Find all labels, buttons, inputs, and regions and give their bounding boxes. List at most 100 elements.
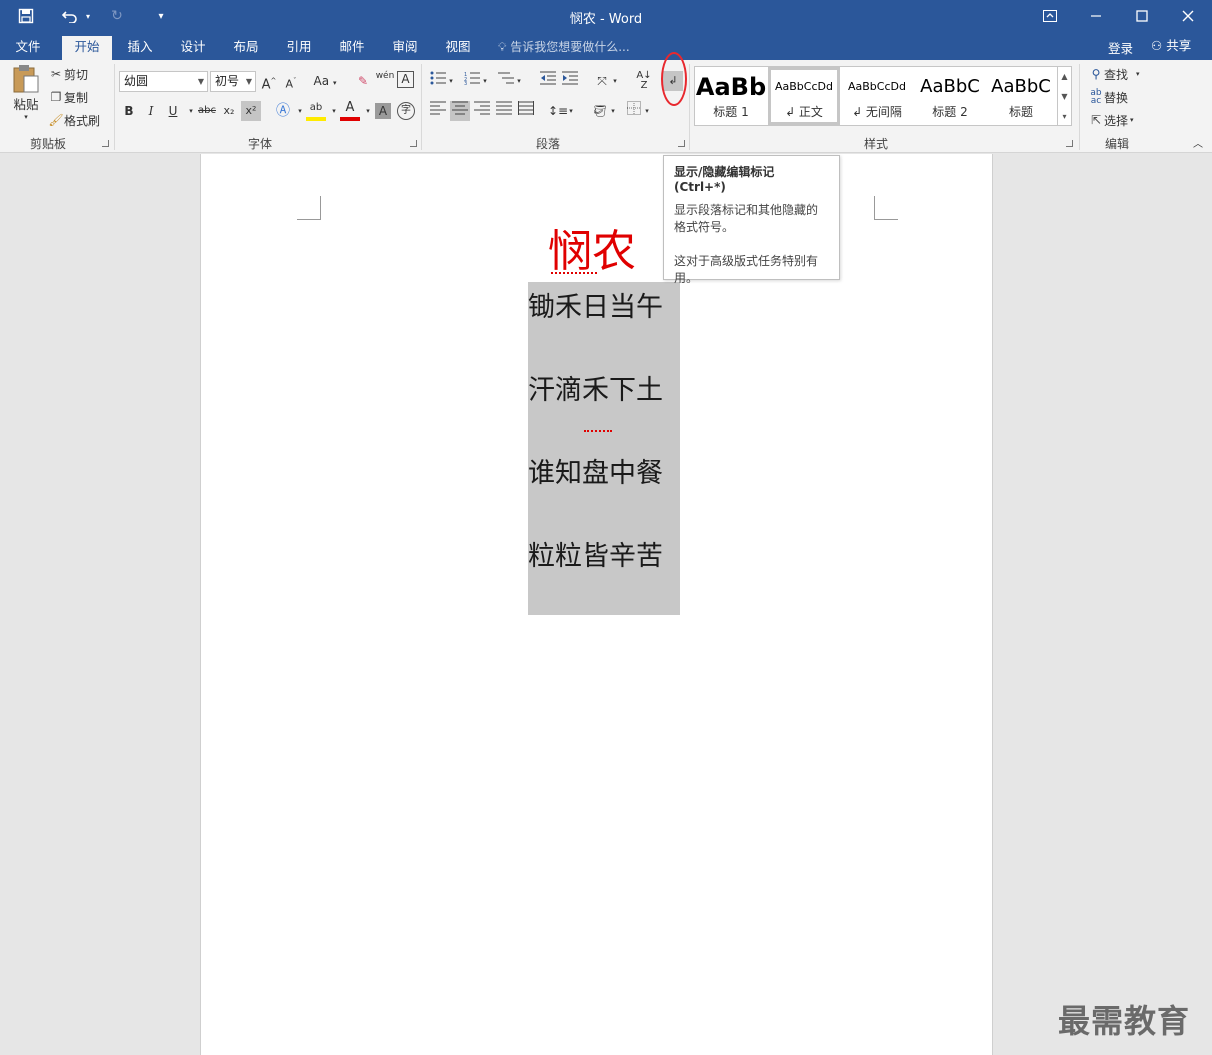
bullets-dropdown-icon[interactable]: ▾ bbox=[446, 71, 456, 91]
multilevel-list-button[interactable] bbox=[496, 71, 516, 91]
tab-review[interactable]: 审阅 bbox=[381, 36, 429, 60]
divider bbox=[689, 64, 690, 150]
character-shading-button[interactable]: A bbox=[375, 103, 391, 119]
superscript-icon: x² bbox=[245, 104, 257, 117]
multilevel-dropdown-icon[interactable]: ▾ bbox=[514, 71, 524, 91]
grow-font-icon: A bbox=[261, 77, 271, 93]
style-normal[interactable]: AaBbCcDd ↲ 正文 bbox=[768, 67, 840, 125]
paragraph-launcher-icon[interactable] bbox=[678, 140, 685, 147]
subscript-button[interactable]: x₂ bbox=[219, 101, 239, 121]
align-left-button[interactable] bbox=[428, 101, 448, 121]
style-title[interactable]: AaBbC 标题 bbox=[985, 67, 1057, 125]
bullets-icon bbox=[430, 71, 446, 85]
clipboard-launcher-icon[interactable] bbox=[102, 140, 109, 147]
italic-button[interactable]: I bbox=[141, 101, 161, 121]
document-page[interactable]: 悯农 锄禾日当午 汗滴禾下土 谁知盘中餐 粒粒皆辛苦 bbox=[200, 154, 993, 1055]
share-label: 共享 bbox=[1166, 38, 1192, 53]
chinese-layout-button[interactable]: ⤧ bbox=[592, 71, 612, 91]
pinyin-guide-button[interactable]: wén bbox=[375, 71, 395, 91]
share-button[interactable]: ⚇ 共享 bbox=[1147, 36, 1207, 58]
style-no-spacing[interactable]: AaBbCcDd ↲ 无间隔 bbox=[841, 67, 913, 125]
pinyin-icon: wén bbox=[375, 71, 395, 81]
styles-launcher-icon[interactable] bbox=[1066, 140, 1073, 147]
chinese-layout-dropdown-icon[interactable]: ▾ bbox=[610, 71, 620, 91]
line-spacing-button[interactable]: ↕≡ bbox=[548, 101, 568, 121]
enclose-characters-button[interactable]: 字 bbox=[397, 102, 415, 120]
numbering-button[interactable]: 123 bbox=[462, 71, 482, 91]
align-right-button[interactable] bbox=[472, 101, 492, 121]
find-button[interactable]: ⚲ 查找 ▾ bbox=[1088, 65, 1140, 83]
superscript-button[interactable]: x² bbox=[241, 101, 261, 121]
strikethrough-icon: abc bbox=[198, 105, 216, 116]
decrease-indent-button[interactable] bbox=[538, 71, 558, 91]
change-case-button[interactable]: Aa ▾ bbox=[310, 71, 340, 91]
style-heading-2[interactable]: AaBbC 标题 2 bbox=[914, 67, 986, 125]
sort-button[interactable]: A↓ Z bbox=[634, 71, 654, 91]
close-icon[interactable] bbox=[1172, 0, 1204, 32]
annotation-circle bbox=[661, 52, 687, 106]
tab-home[interactable]: 开始 bbox=[62, 36, 112, 60]
expand-gallery-icon[interactable]: ▾ bbox=[1058, 107, 1071, 127]
copy-button[interactable]: ❐ 复制 bbox=[48, 88, 88, 106]
style-name: 标题 1 bbox=[713, 105, 749, 119]
selected-text-block[interactable]: 锄禾日当午 汗滴禾下土 谁知盘中餐 粒粒皆辛苦 bbox=[528, 282, 680, 615]
highlight-button[interactable]: ab bbox=[306, 101, 326, 121]
chevron-down-icon: ▼ bbox=[245, 77, 252, 86]
shading-dropdown-icon[interactable]: ▾ bbox=[608, 101, 618, 121]
tab-mailings[interactable]: 邮件 bbox=[328, 36, 376, 60]
collapse-ribbon-icon[interactable]: ︿ bbox=[1188, 135, 1208, 155]
bold-button[interactable]: B bbox=[119, 101, 139, 121]
scroll-up-icon[interactable]: ▲ bbox=[1058, 67, 1071, 87]
select-label: 选择 bbox=[1104, 113, 1129, 128]
style-heading-1[interactable]: AaBb 标题 1 bbox=[695, 67, 767, 125]
font-group-label: 字体 bbox=[247, 137, 272, 151]
font-name-combo[interactable]: 幼圆 ▼ bbox=[119, 71, 208, 92]
borders-dropdown-icon[interactable]: ▾ bbox=[642, 101, 652, 121]
clear-formatting-button[interactable]: ✎ bbox=[353, 71, 373, 91]
font-color-button[interactable]: A bbox=[340, 101, 360, 121]
tell-me-box[interactable]: 💡︎ 告诉我您想要做什么... bbox=[498, 38, 630, 55]
shading-icon: A bbox=[378, 104, 388, 118]
shading-button[interactable]: 🪣︎ bbox=[590, 101, 610, 121]
borders-button[interactable] bbox=[624, 101, 644, 121]
line-spacing-dropdown-icon[interactable]: ▾ bbox=[566, 101, 576, 121]
login-button[interactable]: 登录 bbox=[1108, 38, 1133, 57]
paste-button[interactable]: 粘贴 ▾ bbox=[8, 64, 44, 126]
align-center-button[interactable] bbox=[450, 101, 470, 121]
cut-button[interactable]: ✂ 剪切 bbox=[48, 65, 88, 83]
minimize-icon[interactable] bbox=[1080, 0, 1112, 32]
character-border-button[interactable]: A bbox=[397, 71, 414, 88]
paste-dropdown-icon: ▾ bbox=[24, 113, 28, 121]
underline-icon: U bbox=[168, 104, 178, 118]
shrink-font-icon: A bbox=[285, 77, 294, 91]
format-painter-button[interactable]: 🖌︎ 格式刷 bbox=[48, 111, 100, 129]
select-button[interactable]: ⇱ 选择 ▾ bbox=[1088, 111, 1134, 129]
numbering-dropdown-icon[interactable]: ▾ bbox=[480, 71, 490, 91]
increase-indent-button[interactable] bbox=[560, 71, 580, 91]
font-launcher-icon[interactable] bbox=[410, 140, 417, 147]
tab-references[interactable]: 引用 bbox=[275, 36, 323, 60]
justify-button[interactable] bbox=[494, 101, 514, 121]
underline-button[interactable]: U bbox=[163, 101, 183, 121]
grow-font-button[interactable]: A^ bbox=[259, 71, 279, 93]
bullets-button[interactable] bbox=[428, 71, 448, 91]
spelling-squiggle bbox=[584, 428, 612, 432]
tab-insert[interactable]: 插入 bbox=[116, 36, 164, 60]
tab-view[interactable]: 视图 bbox=[434, 36, 482, 60]
tab-design[interactable]: 设计 bbox=[169, 36, 217, 60]
maximize-icon[interactable] bbox=[1126, 0, 1158, 32]
strikethrough-button[interactable]: abc bbox=[197, 101, 217, 121]
font-size-combo[interactable]: 初号 ▼ bbox=[210, 71, 256, 92]
replace-button[interactable]: ab ac 替换 bbox=[1088, 88, 1128, 106]
window-title: 悯农 - Word bbox=[569, 12, 643, 27]
tooltip-line-2: 这对于高级版式任务特别有用。 bbox=[674, 254, 819, 285]
distributed-button[interactable] bbox=[516, 101, 536, 121]
ribbon-display-icon[interactable] bbox=[1034, 0, 1066, 32]
tab-layout[interactable]: 布局 bbox=[222, 36, 270, 60]
tab-file[interactable]: 文件 bbox=[4, 36, 52, 60]
scroll-down-icon[interactable]: ▼ bbox=[1058, 87, 1071, 107]
justify-icon bbox=[496, 101, 512, 115]
shrink-font-button[interactable]: Aˇ bbox=[281, 71, 301, 91]
tooltip-title: 显示/隐藏编辑标记 (Ctrl+*) bbox=[674, 165, 775, 194]
ribbon: 粘贴 ▾ ✂ 剪切 ❐ 复制 🖌︎ 格式刷 剪贴板 幼圆 ▼ 初号 ▼ A^ A… bbox=[0, 60, 1212, 153]
